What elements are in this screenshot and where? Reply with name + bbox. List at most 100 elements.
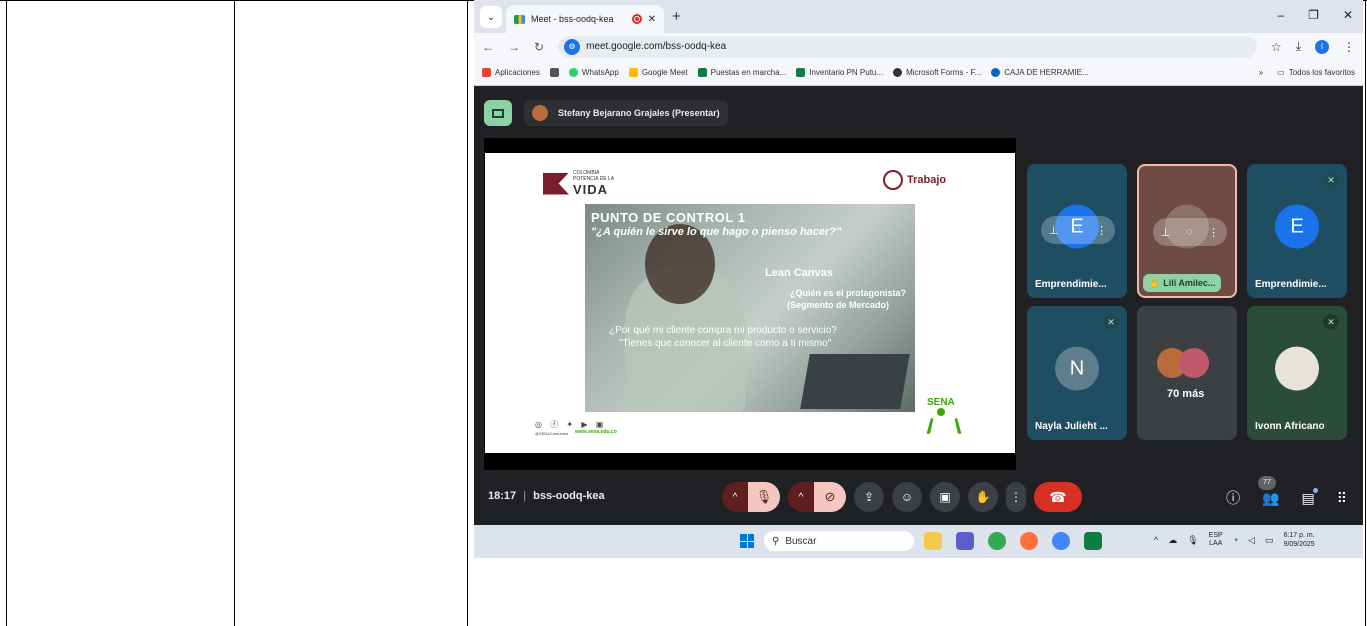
meeting-code: bss-oodq-kea <box>533 490 605 502</box>
activities-button[interactable]: ⠿ <box>1337 490 1347 507</box>
meeting-details-icon[interactable]: ⓘ <box>1226 488 1240 508</box>
people-count-badge: 77 <box>1258 475 1277 490</box>
close-window-button[interactable]: ✕ <box>1343 8 1353 22</box>
pin-icon[interactable]: ⊥ <box>1161 226 1171 239</box>
excel-icon <box>697 68 707 77</box>
tile-hover-controls[interactable]: ⊥ ◌ ⋮ <box>1153 218 1227 246</box>
forward-icon[interactable]: → <box>508 40 520 54</box>
meeting-info: 18:17 | bss-oodq-kea <box>488 490 605 502</box>
tab-search-button[interactable]: ⌄ <box>480 6 502 28</box>
participant-avatar: E <box>1275 204 1319 249</box>
profile-avatar[interactable]: I <box>1315 39 1329 54</box>
sena-label: SENA <box>927 397 955 408</box>
battery-icon[interactable]: ▭ <box>1265 535 1274 546</box>
more-options-button[interactable]: ⋮ <box>1006 482 1026 512</box>
search-icon: ⚲ <box>772 535 780 547</box>
address-bar[interactable]: ⚙ meet.google.com/bss-oodq-kea <box>558 35 1257 58</box>
participant-name: Emprendimie... <box>1035 279 1107 290</box>
firefox-icon[interactable] <box>1020 532 1038 550</box>
back-icon[interactable]: ← <box>482 40 494 54</box>
teams-icon[interactable] <box>956 532 974 550</box>
clock[interactable]: 6:17 p. m. 9/09/2025 <box>1284 531 1315 549</box>
participant-tile[interactable]: ✕ E Emprendimie... <box>1247 164 1347 298</box>
new-tab-button[interactable]: + <box>672 8 681 25</box>
bookmark-puestas[interactable]: Puestas en marcha... <box>697 68 786 77</box>
chat-button[interactable]: ▤ <box>1302 487 1319 507</box>
chrome-icon[interactable] <box>988 532 1006 550</box>
bookmark-apps[interactable]: Aplicaciones <box>482 68 540 77</box>
tray-chevron-icon[interactable]: ^ <box>1154 535 1158 545</box>
slide-heading: Lean Canvas <box>765 267 833 279</box>
start-button[interactable] <box>740 534 754 548</box>
logo-mark-icon <box>543 172 569 195</box>
maximize-button[interactable]: ❐ <box>1308 8 1319 22</box>
pin-icon[interactable]: ⊥ <box>1049 224 1059 237</box>
language-indicator[interactable]: ESP LAA <box>1209 532 1223 548</box>
grid-icon <box>549 68 559 77</box>
onedrive-icon[interactable]: ☁ <box>1168 535 1177 546</box>
excel-icon[interactable] <box>1084 532 1102 550</box>
video-options-button[interactable]: ^ <box>788 482 814 512</box>
bookmark-meet[interactable]: Google Meet <box>628 68 688 77</box>
bookmark-grid[interactable] <box>549 68 559 77</box>
mic-off-button[interactable]: 🎙 <box>748 482 780 512</box>
raise-hand-button[interactable]: ✋ <box>968 482 998 512</box>
volume-icon[interactable]: ◁ <box>1248 535 1255 546</box>
presenter-chip[interactable]: Stefany Bejarano Grajales (Presentar) <box>524 100 728 126</box>
tab-title: Meet - bss-oodq-kea <box>531 14 614 24</box>
slide-question-1: ¿Quién es el protagonista? <box>790 288 907 298</box>
mic-icon[interactable]: 🎙 <box>1187 535 1198 546</box>
taskbar-search[interactable]: ⚲ Buscar <box>764 531 914 551</box>
slide-photo: PUNTO DE CONTROL 1 "¿A quién le sirve lo… <box>585 204 915 412</box>
mic-off-icon: ✕ <box>1103 314 1119 330</box>
participant-tile[interactable]: E ⊥ ◌ ⋮ Emprendimie... <box>1027 164 1127 298</box>
lang-layout: LAA <box>1209 540 1223 547</box>
tab-close-icon[interactable]: ✕ <box>648 14 656 25</box>
more-options-icon[interactable]: ⋮ <box>1208 226 1219 239</box>
avatar-stack <box>1157 348 1209 378</box>
participant-tile[interactable]: ✕ Ivonn Africano <box>1247 306 1347 440</box>
whatsapp-icon <box>568 68 578 77</box>
site-info-icon[interactable]: ⚙ <box>564 38 581 55</box>
table-border-right <box>1365 0 1366 626</box>
lang-code: ESP <box>1208 532 1223 539</box>
mute-icon[interactable]: ◌ <box>1074 224 1081 236</box>
tile-hover-controls[interactable]: ⊥ ◌ ⋮ <box>1041 216 1115 244</box>
participant-avatar <box>1179 348 1209 378</box>
more-participants-tile[interactable]: 70 más <box>1137 306 1237 440</box>
reload-icon[interactable]: ↻ <box>534 40 544 54</box>
bookmark-forms[interactable]: Microsoft Forms - F... <box>893 68 981 77</box>
participant-name: Lili Amilec... <box>1163 278 1216 288</box>
meet-icon <box>628 68 638 77</box>
captions-button[interactable]: ▣ <box>930 482 960 512</box>
kebab-menu-icon[interactable]: ⋮ <box>1343 40 1355 54</box>
document-page: ⌄ Meet - bss-oodq-kea ✕ + – ❐ ✕ ← → ↻ ⚙ … <box>0 0 1367 626</box>
bookmark-caja[interactable]: CAJA DE HERRAMIE... <box>991 68 1089 77</box>
participant-tile[interactable]: ✕ N Nayla Julieht ... <box>1027 306 1127 440</box>
wifi-icon[interactable]: ◔ <box>1233 535 1238 545</box>
emoji-button[interactable]: ☺ <box>892 482 922 512</box>
all-bookmarks-button[interactable]: ▭ Todos los favoritos <box>1277 68 1355 77</box>
sena-mark-icon <box>928 408 954 434</box>
leave-call-button[interactable]: ☎ <box>1034 482 1082 512</box>
laptop-shape <box>800 354 910 409</box>
window-controls: – ❐ ✕ <box>1277 8 1353 22</box>
people-button[interactable]: 77 👥 <box>1258 475 1280 507</box>
chrome-profile-icon[interactable] <box>1052 532 1070 550</box>
minimize-button[interactable]: – <box>1277 8 1284 22</box>
bookmark-label: Todos los favoritos <box>1288 68 1355 77</box>
tab-meet[interactable]: Meet - bss-oodq-kea ✕ <box>506 5 664 33</box>
camera-off-button[interactable]: ⊘ <box>814 482 846 512</box>
bookmark-whatsapp[interactable]: WhatsApp <box>568 68 619 77</box>
audio-options-button[interactable]: ^ <box>722 482 748 512</box>
participant-tile-speaking[interactable]: ⊥ ◌ ⋮ ✋ Lili Amilec... <box>1137 164 1237 298</box>
present-button[interactable]: ⇪ <box>854 482 884 512</box>
bookmark-inventario[interactable]: Inventario PN Putu... <box>796 68 883 77</box>
more-bookmarks-button[interactable]: » <box>1259 68 1263 77</box>
bookmark-star-icon[interactable]: ☆ <box>1271 40 1282 54</box>
more-options-icon[interactable]: ⋮ <box>1096 224 1107 237</box>
download-icon[interactable]: ⤓ <box>1296 39 1301 54</box>
mute-icon[interactable]: ◌ <box>1186 226 1193 238</box>
layout-button[interactable] <box>484 100 512 126</box>
file-explorer-icon[interactable] <box>924 532 942 550</box>
